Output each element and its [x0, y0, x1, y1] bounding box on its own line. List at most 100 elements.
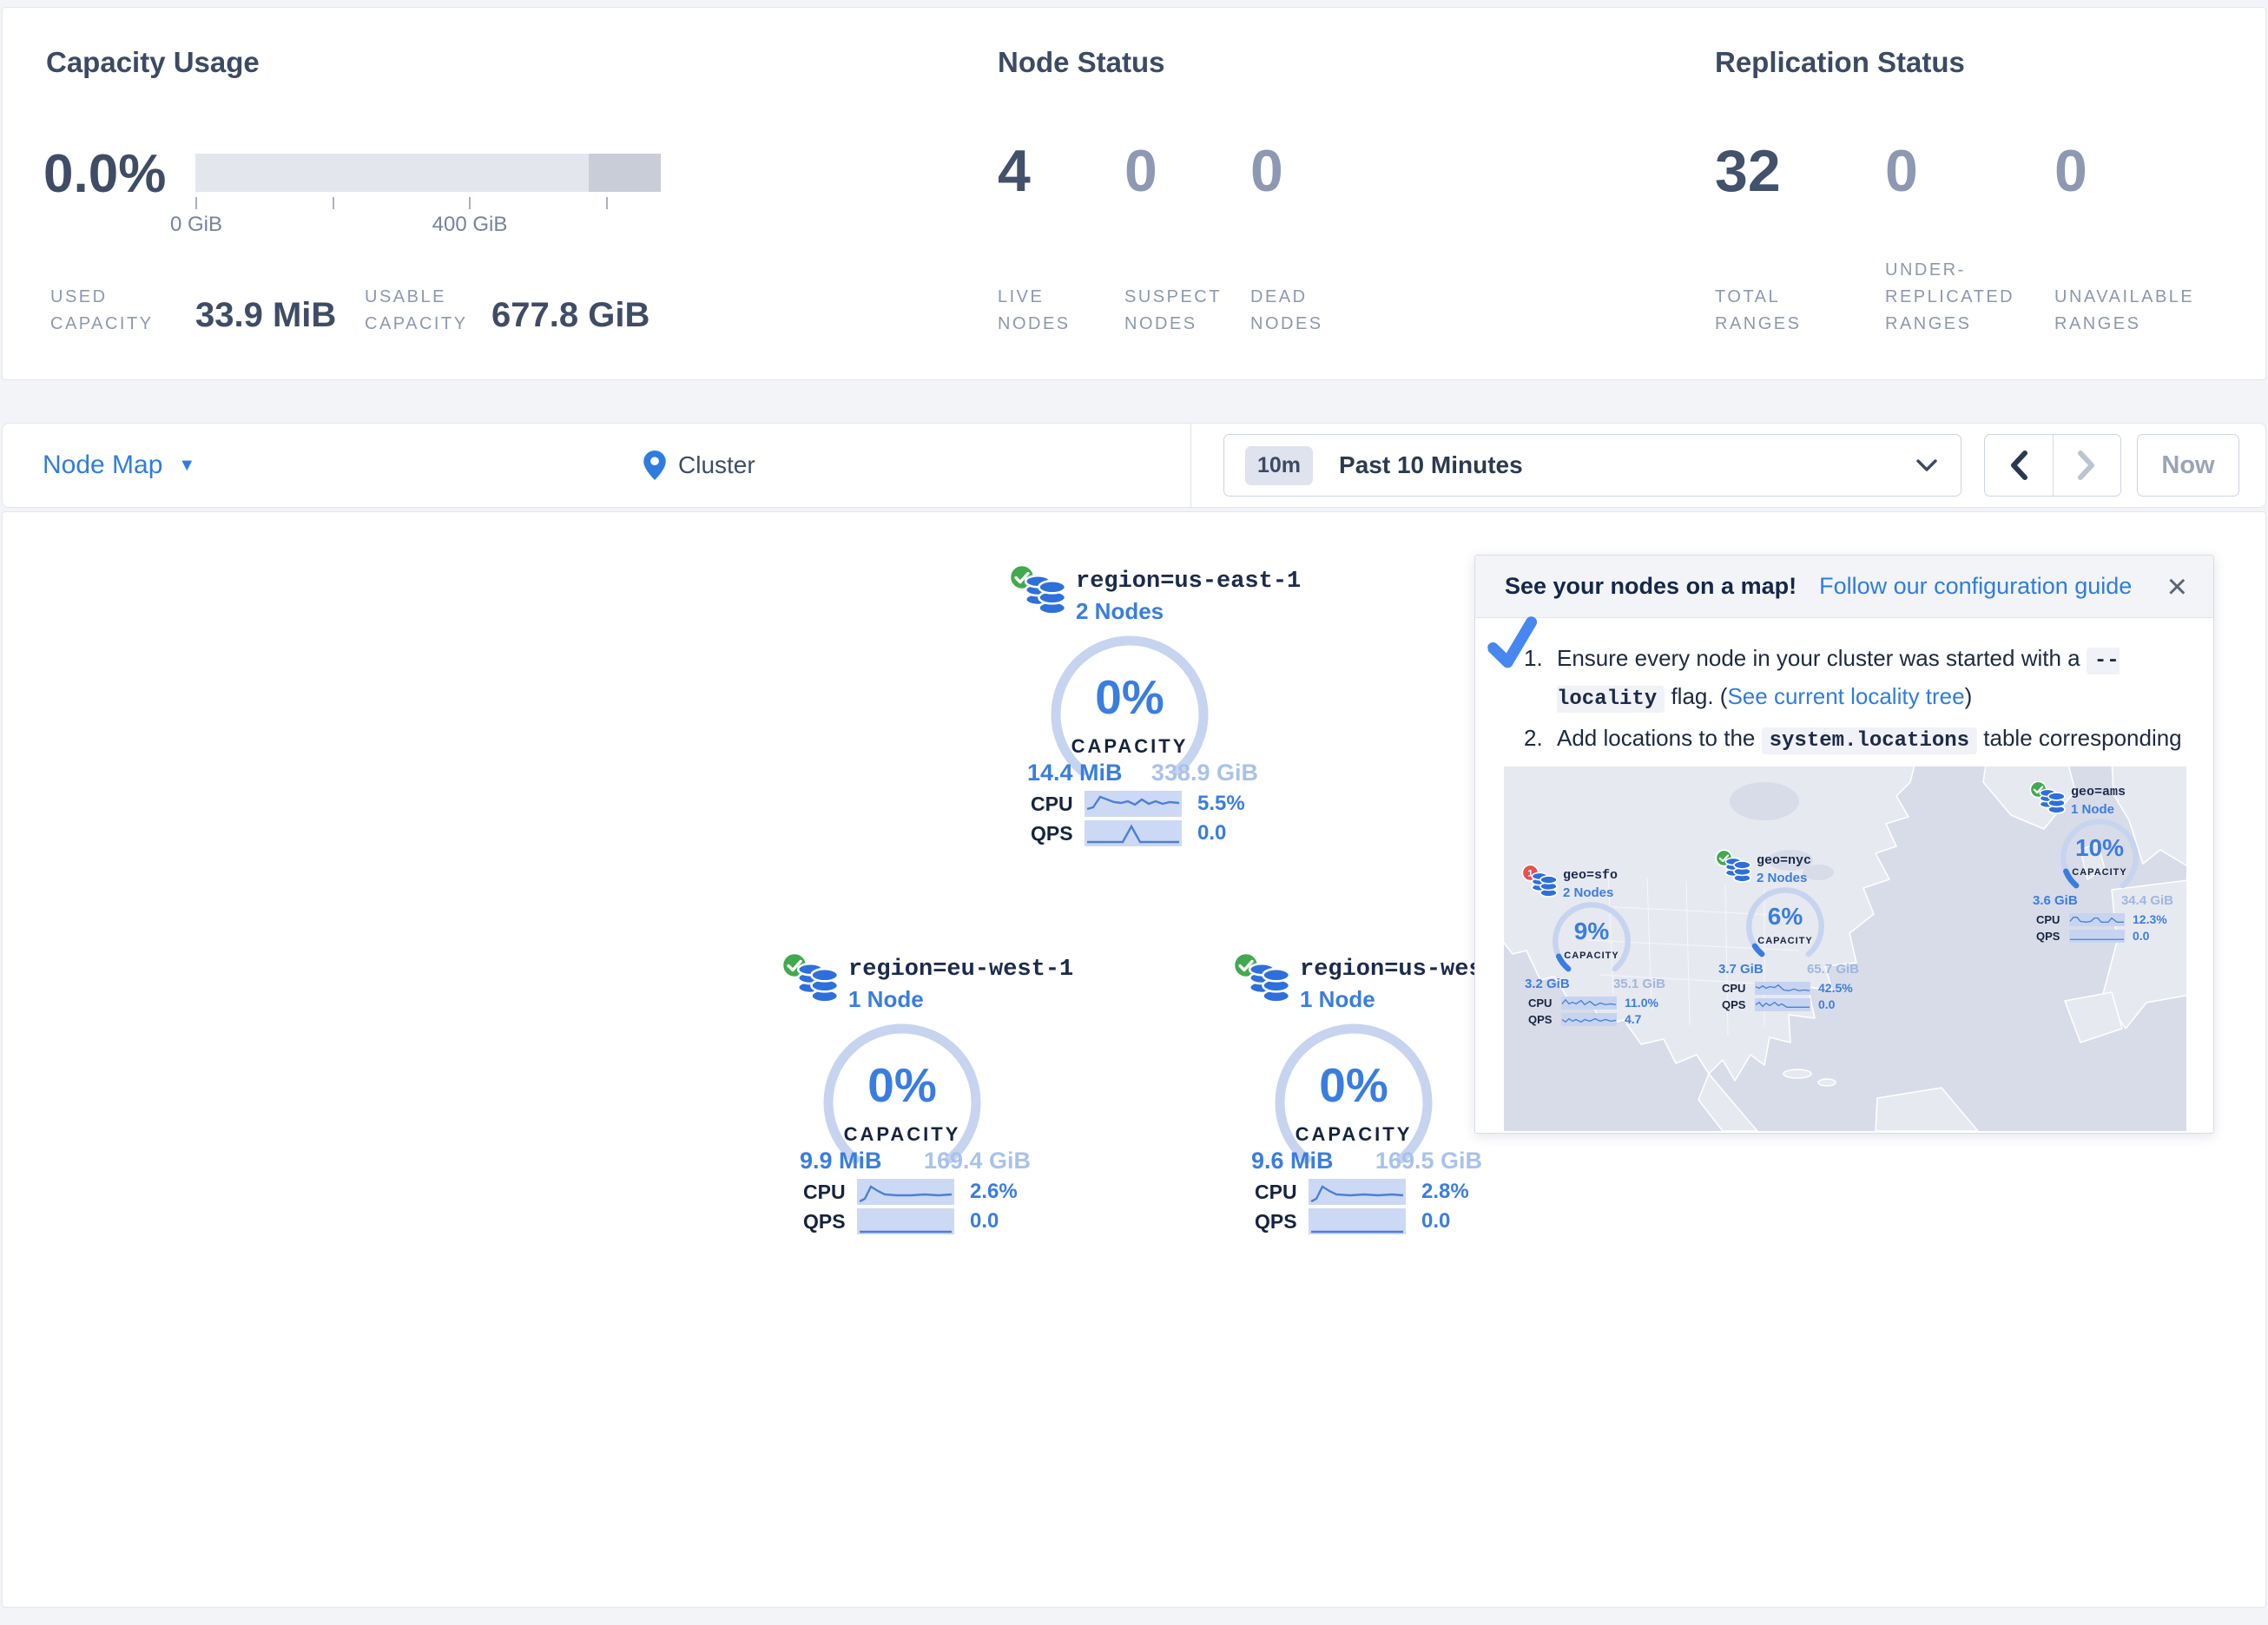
cpu-sparkline [857, 1179, 954, 1205]
cpu-label: CPU [2036, 913, 2069, 926]
qps-sparkline [1309, 1208, 1406, 1234]
cpu-value: 42.5% [1818, 981, 1853, 995]
capacity-used-value: 14.4 MiB [1027, 760, 1123, 786]
capacity-percent: 0% [817, 1057, 987, 1113]
cpu-value: 2.6% [970, 1180, 1018, 1204]
time-step-forward-button[interactable] [2054, 435, 2121, 496]
region-node-count[interactable]: 1 Node [848, 986, 924, 1013]
system-locations-code: system.locations [1762, 727, 1977, 754]
qps-label: QPS [1722, 998, 1755, 1011]
usable-capacity-value: 677.8 GiB [491, 296, 649, 335]
cpu-sparkline [1309, 1179, 1406, 1205]
close-icon[interactable]: × [2167, 569, 2187, 604]
database-nodes-icon [2038, 788, 2066, 814]
popup-header: See your nodes on a map! Follow our conf… [1475, 556, 2213, 618]
cpu-value: 2.8% [1421, 1180, 1469, 1204]
capacity-used-percent: 0.0% [43, 143, 166, 206]
capacity-percent: 9% [1544, 918, 1639, 945]
capacity-gauge: 9% CAPACITY [1544, 898, 1639, 987]
time-range-badge: 10m [1245, 446, 1313, 485]
cpu-label: CPU [803, 1181, 857, 1204]
qps-value: 0.0 [1197, 821, 1226, 845]
cpu-sparkline [2069, 913, 2125, 926]
qps-sparkline [857, 1208, 954, 1234]
cpu-sparkline [1561, 997, 1617, 1010]
unavailable-ranges-label: UNAVAILABLE RANGES [2054, 284, 2237, 338]
region-node-count[interactable]: 2 Nodes [1076, 598, 1164, 625]
view-selector-dropdown[interactable]: Node Map ▼ [43, 424, 195, 507]
axis-tick-label: 400 GiB [432, 213, 508, 237]
capacity-percent: 0% [1045, 669, 1215, 725]
node-map-canvas: region=us-east-1 2 Nodes 0% CAPACITY 14.… [2, 511, 2266, 1608]
configuration-guide-link[interactable]: Follow our configuration guide [1819, 573, 2132, 600]
breadcrumb-label: Cluster [678, 451, 755, 479]
region-name: geo=ams [2071, 785, 2126, 799]
qps-value: 0.0 [970, 1209, 999, 1234]
dead-nodes-label: DEAD NODES [1250, 284, 1355, 338]
unavailable-ranges-count: 0 [2054, 136, 2087, 206]
axis-tick-label: 0 GiB [170, 213, 222, 237]
qps-label: QPS [1528, 1013, 1561, 1026]
database-nodes-icon [1022, 574, 1067, 615]
axis-tick [469, 197, 471, 209]
qps-value: 0.0 [1421, 1209, 1450, 1234]
used-capacity-label: USED CAPACITY [50, 284, 168, 338]
cpu-value: 12.3% [2133, 912, 2167, 926]
cluster-summary-bar: Capacity Usage 0.0% 0 GiB 400 GiB USED C… [2, 7, 2266, 380]
capacity-gauge-label: CAPACITY [817, 1123, 987, 1146]
locality-tree-link[interactable]: See current locality tree [1727, 683, 1964, 709]
map-toolbar: Node Map ▼ Cluster 10m Past 10 Minutes N… [2, 423, 2266, 508]
step-text: ) [1965, 683, 1973, 709]
total-ranges-label: TOTAL RANGES [1715, 284, 1863, 338]
node-status-title: Node Status [998, 46, 1165, 79]
qps-label: QPS [1255, 1210, 1309, 1234]
capacity-gauge: 6% CAPACITY [1737, 884, 1833, 972]
capacity-used-value: 3.2 GiB [1525, 977, 1570, 991]
region-name: geo=nyc [1757, 853, 1811, 868]
cockroachdb-cluster-overview: { "colors": { "accent_blue": "#2f7ce1", … [0, 0, 2268, 1625]
time-range-dropdown[interactable]: 10m Past 10 Minutes [1223, 434, 1961, 497]
qps-sparkline [1561, 1013, 1617, 1026]
step-text: Ensure every node in your cluster was st… [1557, 645, 2087, 671]
axis-tick [606, 197, 608, 209]
under-replicated-count: 0 [1885, 136, 1918, 206]
region-node-eu-west-1[interactable]: region=eu-west-1 1 Node 0% CAPACITY 9.9 … [781, 950, 1076, 1245]
used-capacity-value: 33.9 MiB [195, 296, 336, 335]
cpu-label: CPU [1528, 997, 1561, 1010]
time-step-back-button[interactable] [1985, 435, 2054, 496]
cpu-value: 5.5% [1197, 792, 1245, 816]
cpu-label: CPU [1722, 982, 1755, 995]
cpu-sparkline [1085, 791, 1182, 817]
breadcrumb[interactable]: Cluster [643, 424, 755, 507]
map-region-geo-ams[interactable]: geo=ams 1 Node 10% CAPACITY 3.6 GiB 34.4… [2029, 780, 2182, 945]
location-pin-icon [643, 451, 666, 480]
cpu-label: CPU [1255, 1181, 1309, 1204]
chevron-left-icon [2009, 451, 2028, 480]
view-selector-label: Node Map [43, 451, 162, 480]
time-range-label: Past 10 Minutes [1339, 451, 1523, 479]
capacity-percent: 10% [2052, 834, 2147, 862]
step-number: 2. [1524, 720, 1557, 755]
map-region-geo-nyc[interactable]: geo=nyc 2 Nodes 6% CAPACITY 3.7 GiB 65.7… [1715, 849, 1868, 1014]
capacity-gauge-label: CAPACITY [1269, 1123, 1439, 1146]
region-node-us-east-1[interactable]: region=us-east-1 2 Nodes 0% CAPACITY 14.… [1008, 562, 1303, 857]
capacity-total-value: 34.4 GiB [2121, 893, 2173, 908]
capacity-gauge-label: CAPACITY [1737, 936, 1833, 946]
map-region-geo-sfo[interactable]: 1 geo=sfo 2 Nodes 9% CAPACITY 3.2 GiB 35… [1521, 864, 1674, 1029]
qps-sparkline [1085, 820, 1182, 846]
qps-value: 0.0 [1818, 997, 1835, 1011]
cpu-sparkline [1755, 982, 1810, 995]
now-button[interactable]: Now [2137, 434, 2239, 497]
qps-sparkline [2069, 930, 2125, 943]
popup-title: See your nodes on a map! [1505, 573, 1797, 600]
capacity-gauge-label: CAPACITY [2052, 867, 2147, 878]
cpu-label: CPU [1031, 793, 1085, 816]
dead-nodes-count: 0 [1250, 136, 1283, 206]
region-node-count[interactable]: 1 Node [1300, 986, 1375, 1013]
capacity-total-value: 169.4 GiB [924, 1148, 1031, 1174]
replication-status-title: Replication Status [1715, 46, 1965, 79]
database-nodes-icon [794, 962, 840, 1003]
qps-value: 0.0 [2133, 929, 2149, 943]
qps-value: 4.7 [1625, 1012, 1641, 1026]
region-name: geo=sfo [1563, 868, 1618, 883]
